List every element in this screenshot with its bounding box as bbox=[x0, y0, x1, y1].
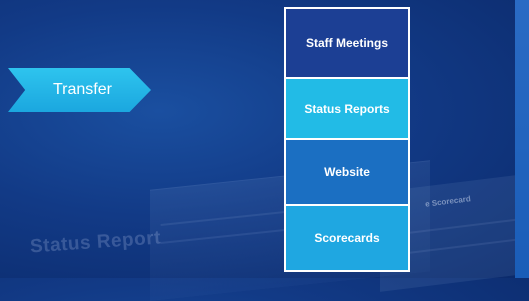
status-reports-label: Status Reports bbox=[304, 101, 390, 116]
scorecards-box: Scorecards bbox=[286, 206, 408, 270]
transfer-arrow: Transfer bbox=[8, 68, 151, 112]
transfer-label: Transfer bbox=[53, 81, 112, 98]
scorecards-label: Scorecards bbox=[314, 231, 380, 245]
right-edge-strip bbox=[515, 0, 529, 278]
staff-meetings-box: Staff Meetings bbox=[286, 9, 408, 77]
status-reports-box: Status Reports bbox=[286, 79, 408, 138]
staff-meetings-label: Staff Meetings bbox=[305, 36, 388, 50]
background-status-report-text: Status Report bbox=[29, 227, 162, 258]
website-label: Website bbox=[324, 165, 370, 179]
website-box: Website bbox=[286, 140, 408, 204]
channel-stack: Staff Meetings Status Reports Website Sc… bbox=[284, 7, 410, 272]
